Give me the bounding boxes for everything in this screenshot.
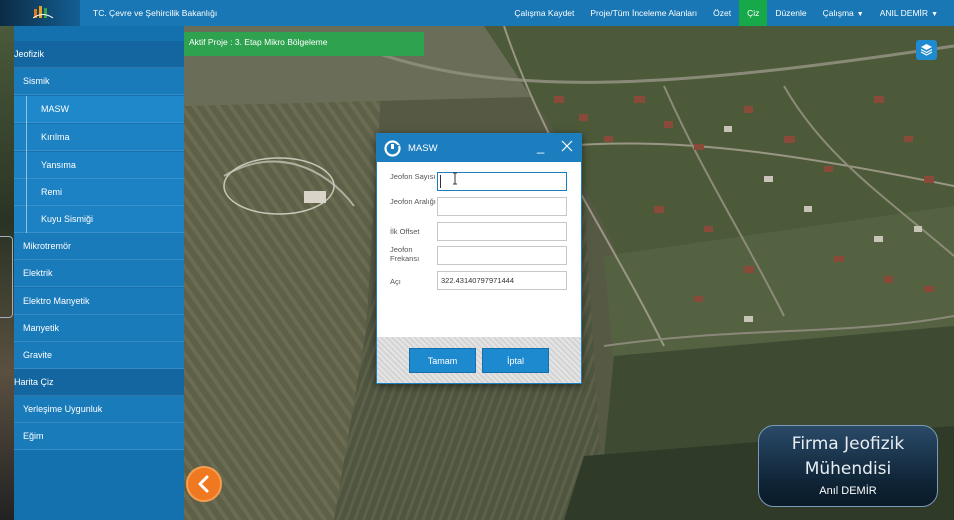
ministry-logo[interactable] [0,0,80,26]
angle-input[interactable]: 322.43140797971444 [437,271,567,290]
sidebar-item-label: Elektrik [23,268,53,278]
sidebar-item-manyetik[interactable]: Manyetik [14,315,184,342]
menu-label: Çalışma Kaydet [514,8,575,18]
menu-label: ANIL DEMİR [879,8,929,18]
geophone-count-label: Jeofon Sayısı [390,172,436,181]
geophone-spacing-input[interactable] [437,197,567,216]
sidebar-item-mikrotremor[interactable]: Mikrotremör [14,233,184,260]
background-window-edge [0,26,14,520]
menu-edit[interactable]: Düzenle [767,0,814,26]
first-offset-input[interactable] [437,222,567,241]
main-menu: Çalışma Kaydet Proje/Tüm İnceleme Alanla… [506,0,946,26]
sidebar-item-yerlesime-uygunluk[interactable]: Yerleşime Uygunluk [14,396,184,423]
sidebar-item-sismik[interactable]: Sismik [14,68,184,95]
badge-name-line: Anıl DEMİR [819,485,877,497]
menu-label: Özet [713,8,732,18]
sidebar-item-label: Manyetik [23,323,60,333]
ministry-logo-icon [33,6,53,19]
sidebar-item-remi[interactable]: Remi [14,179,184,206]
sidebar-item-label: Sismik [23,76,50,86]
active-project-label: Aktif Proje : 3. Etap Mikro Bölgeleme [184,32,424,56]
sidebar-item-harita-ciz[interactable]: Harita Çiz [14,369,184,396]
caret-down-icon: ▼ [856,11,864,18]
close-icon[interactable] [560,139,574,153]
caret-down-icon: ▼ [931,11,938,18]
sidebar-item-jeofizik[interactable]: Jeofizik [14,41,184,68]
layers-icon [920,44,933,56]
sidebar-item-label: Elektro Manyetik [23,296,90,306]
sidebar-item-label: MASW [41,104,69,114]
geophone-spacing-label: Jeofon Aralığı [390,197,436,206]
menu-label: Çiz [747,8,760,18]
sidebar-item-label: Kırılma [41,132,70,142]
menu-all-areas[interactable]: Proje/Tüm İnceleme Alanları [582,0,705,26]
menu-label: Düzenle [775,8,807,18]
ok-button[interactable]: Tamam [409,348,476,373]
badge-firm-line: Firma Jeofizik [791,434,905,454]
sidebar: Jeofizik Sismik MASW Kırılma Yansıma Rem… [14,26,184,520]
sidebar-item-label: Mikrotremör [23,241,72,251]
badge-role-line: Mühendisi [804,459,892,479]
menu-label: Proje/Tüm İnceleme Alanları [590,8,698,18]
sidebar-item-label: Jeofizik [14,49,45,59]
masw-dialog: MASW _ Jeofon Sayısı Jeofon Aralığı İlk … [376,133,582,384]
back-button[interactable] [186,466,222,502]
sidebar-item-label: Yerleşime Uygunluk [23,404,103,414]
menu-user-dropdown[interactable]: ANIL DEMİR ▼ [872,0,946,26]
dialog-titlebar[interactable]: MASW _ [377,134,581,162]
app-logo-icon [384,140,401,157]
cancel-button[interactable]: İptal [482,348,549,373]
sidebar-item-egim[interactable]: Eğim [14,423,184,450]
menu-save-work[interactable]: Çalışma Kaydet [506,0,582,26]
sidebar-item-label: Eğim [23,431,44,441]
layers-button[interactable] [916,40,937,60]
menu-label: Çalışma [822,8,854,18]
first-offset-label: İlk Offset [390,227,420,236]
sidebar-item-label: Harita Çiz [14,377,54,387]
top-navbar: TC. Çevre ve Şehircilik Bakanlığı Çalışm… [0,0,954,26]
sidebar-item-gravite[interactable]: Gravite [14,342,184,369]
geophone-frequency-input[interactable] [437,246,567,265]
dialog-title: MASW [408,143,438,154]
sidebar-item-label: Gravite [23,350,53,360]
minimize-button[interactable]: _ [537,139,544,154]
engineer-badge: Firma Jeofizik Mühendisi Anıl DEMİR [758,425,938,507]
sidebar-item-elektrik[interactable]: Elektrik [14,260,184,287]
sidebar-item-masw[interactable]: MASW [14,96,184,123]
sidebar-item-yansima[interactable]: Yansıma [14,152,184,179]
angle-label: Açı [390,277,401,286]
menu-draw[interactable]: Çiz [739,0,768,26]
background-panel-border [0,236,13,318]
sidebar-item-elektro-manyetik[interactable]: Elektro Manyetik [14,288,184,315]
menu-work-dropdown[interactable]: Çalışma ▼ [815,0,872,26]
chevron-left-icon [198,475,209,493]
app-title: TC. Çevre ve Şehircilik Bakanlığı [93,8,218,18]
menu-summary[interactable]: Özet [705,0,739,26]
sidebar-item-kirilma[interactable]: Kırılma [14,124,184,151]
ibeam-cursor-icon [453,172,457,185]
sidebar-item-label: Remi [41,187,63,197]
sidebar-item-kuyu-sismigi[interactable]: Kuyu Sismiği [14,206,184,233]
dialog-footer: Tamam İptal [377,337,581,383]
text-cursor-icon [440,175,441,188]
sidebar-item-label: Kuyu Sismiği [41,214,94,224]
tree-guide-line [26,96,27,233]
geophone-frequency-label: Jeofon Frekansı [390,245,420,263]
sidebar-item-label: Yansıma [41,160,76,170]
